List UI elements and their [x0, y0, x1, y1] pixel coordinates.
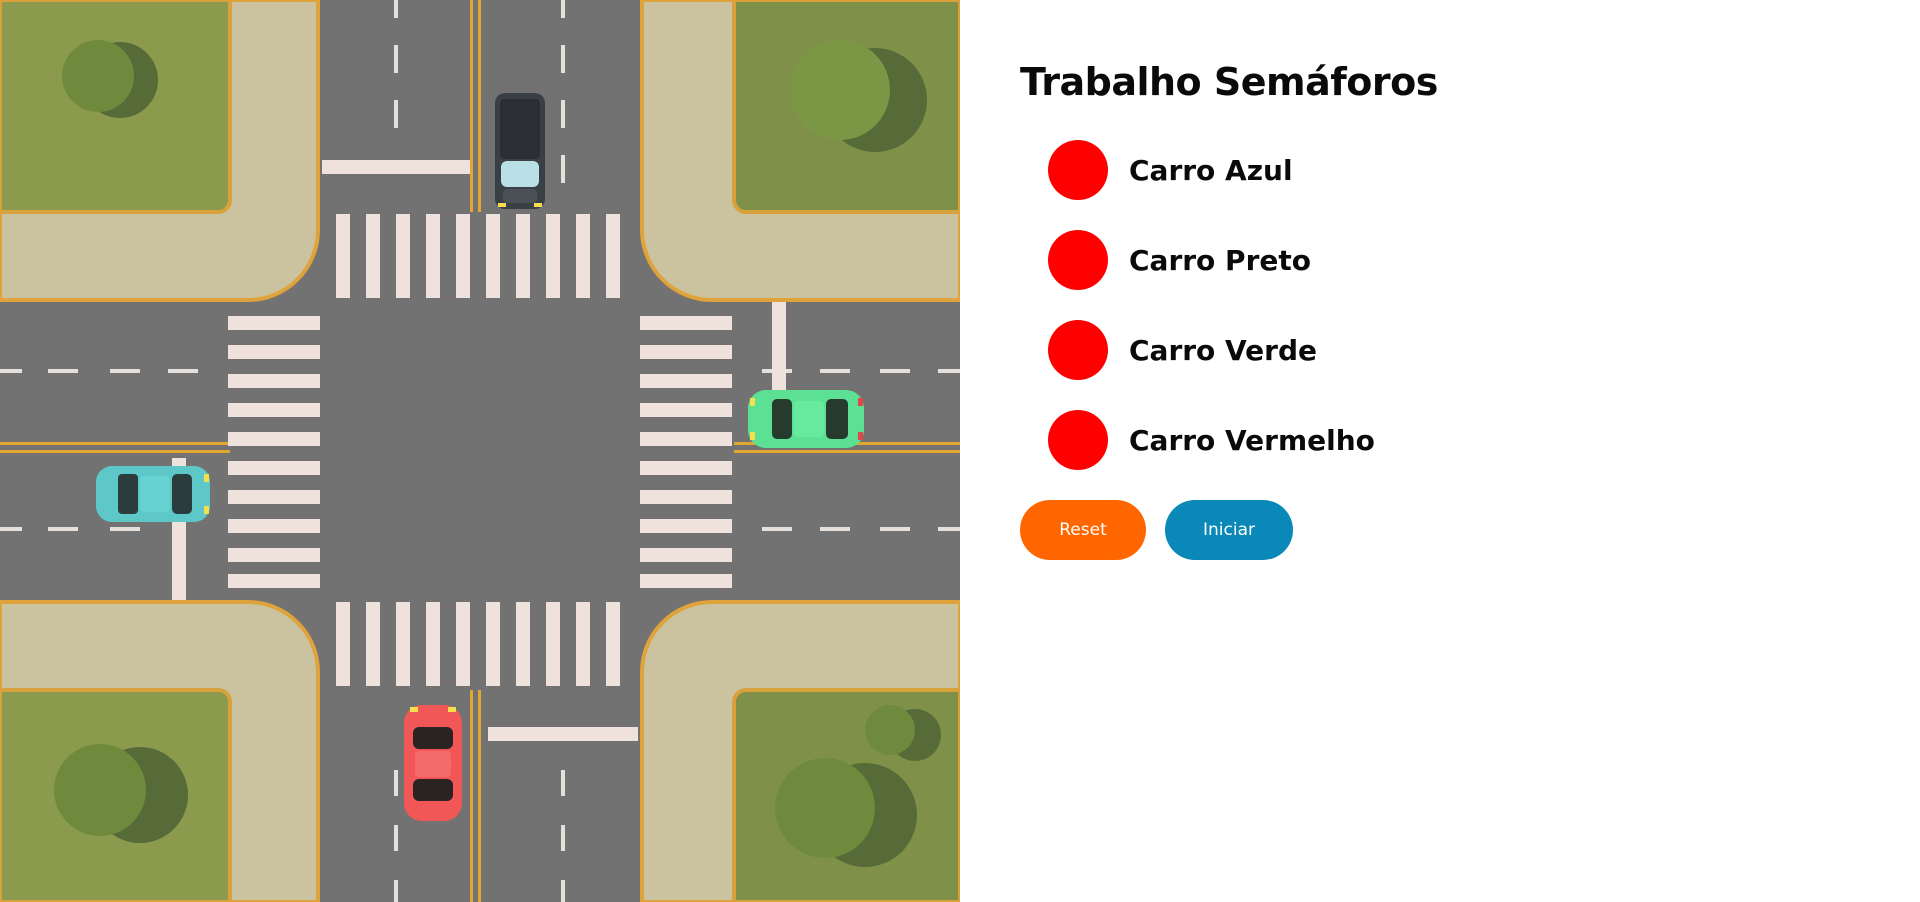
- start-button[interactable]: Iniciar: [1165, 500, 1293, 560]
- intersection-scene: [0, 0, 960, 902]
- blue-car-icon: [96, 466, 210, 522]
- light-row-black-car: Carro Preto: [1048, 229, 1311, 291]
- traffic-light-indicator: [1048, 140, 1108, 200]
- page-title: Trabalho Semáforos: [1020, 60, 1438, 104]
- car-label: Carro Azul: [1129, 153, 1293, 187]
- car-label: Carro Verde: [1129, 333, 1318, 367]
- traffic-light-panel: Trabalho Semáforos Carro Azul Carro Pret…: [1020, 0, 1900, 902]
- car-label: Carro Preto: [1129, 243, 1311, 277]
- traffic-light-indicator: [1048, 410, 1108, 470]
- light-row-blue-car: Carro Azul: [1048, 139, 1293, 201]
- car-label: Carro Vermelho: [1129, 423, 1375, 457]
- light-row-green-car: Carro Verde: [1048, 319, 1317, 381]
- black-car-icon: [495, 93, 545, 209]
- traffic-light-indicator: [1048, 230, 1108, 290]
- green-car-icon: [748, 390, 864, 448]
- light-row-red-car: Carro Vermelho: [1048, 409, 1375, 471]
- reset-button[interactable]: Reset: [1020, 500, 1146, 560]
- traffic-light-indicator: [1048, 320, 1108, 380]
- intersection-map: [0, 0, 960, 902]
- red-car-icon: [404, 705, 462, 821]
